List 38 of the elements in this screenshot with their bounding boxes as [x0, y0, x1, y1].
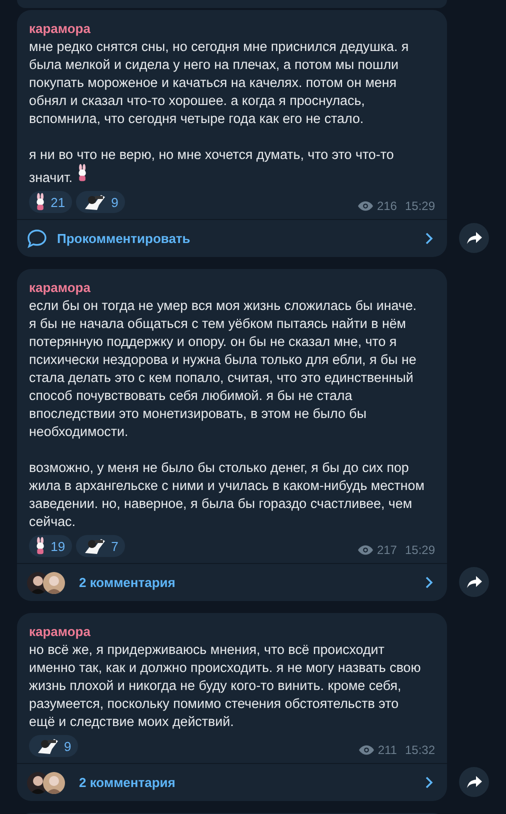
message-text: я ни во что не верю, но мне хочется думать, что это что-то значит.	[29, 146, 395, 187]
reaction-button[interactable]: 7	[76, 535, 126, 557]
chevron-right-icon	[425, 576, 433, 589]
comments-button[interactable]: 2 комментария	[17, 763, 447, 801]
forward-button[interactable]	[459, 567, 489, 597]
speech-bubble-icon	[27, 229, 47, 248]
eye-icon	[358, 201, 373, 211]
reaction-button[interactable]: 9	[76, 191, 126, 213]
chevron-right-icon	[425, 776, 433, 789]
bunny-icon	[34, 193, 47, 211]
message-text: возможно, у меня не было бы столько денег, я бы до сих пор жила в архангельске с ними и училась в каком-нибудь местном заведении. но, наверное, я была бы гораздо счастливее, чем сейчас.	[29, 459, 426, 531]
eye-icon	[358, 545, 373, 555]
share-arrow-icon	[466, 576, 482, 588]
view-count: 217	[376, 543, 397, 557]
bunny-icon	[76, 164, 89, 182]
message-time: 15:29	[404, 543, 435, 557]
share-arrow-icon	[466, 232, 482, 244]
eye-icon	[358, 745, 374, 755]
comments-button[interactable]: 2 комментария	[17, 563, 447, 601]
reaction-button[interactable]: 9	[29, 735, 78, 757]
message-text: но всё же, я придерживаюсь мнения, что всё происходит именно так, как и должно происходить. я не могу назвать свою жизнь плохой и никогда не буду кого-то винить. кроме себя, разумеется, поскольку помимо стечения обстоятельств это ещё и следствие моих действий.	[29, 641, 422, 731]
forward-button[interactable]	[459, 767, 489, 797]
author-name: карамора	[29, 279, 92, 297]
message-text: если бы он тогда не умер вся моя жизнь сложилась бы иначе. я бы не начала общаться с тем уёбком пытаясь найти в нём потерянную поддержку и опору. он бы не сказал мне, что я психически нездорова и нужна была только для ебли, я бы не стала делать это с кем попало, считая, что это единственный способ почувствовать себя любимой. я бы не стала впоследствии это монетизировать, в этом не было бы необходимости.	[29, 297, 418, 441]
share-arrow-icon	[466, 776, 482, 788]
message-time: 15:32	[404, 743, 435, 757]
author-name: карамора	[29, 20, 92, 38]
message-text: мне редко снятся сны, но сегодня мне приснился дедушка. я была мелкой и сидела у него на плечах, а потом мы пошли покупать мороженое и качаться на качелях. потом он меня обнял и сказал что-то хорошее. а когда я проснулась, вспомнила, что сегодня четыре года как его не стало.	[29, 38, 410, 128]
view-count: 216	[376, 199, 397, 213]
reaction-button[interactable]: 21	[29, 191, 72, 213]
reaction-button[interactable]: 19	[29, 535, 72, 557]
bunny-icon	[34, 537, 47, 555]
view-count: 211	[378, 743, 397, 757]
comments-button[interactable]: Прокомментировать	[17, 219, 447, 257]
author-name: карамора	[29, 623, 92, 641]
chevron-right-icon	[425, 232, 433, 245]
forward-button[interactable]	[459, 223, 489, 253]
message-time: 15:29	[404, 199, 435, 213]
